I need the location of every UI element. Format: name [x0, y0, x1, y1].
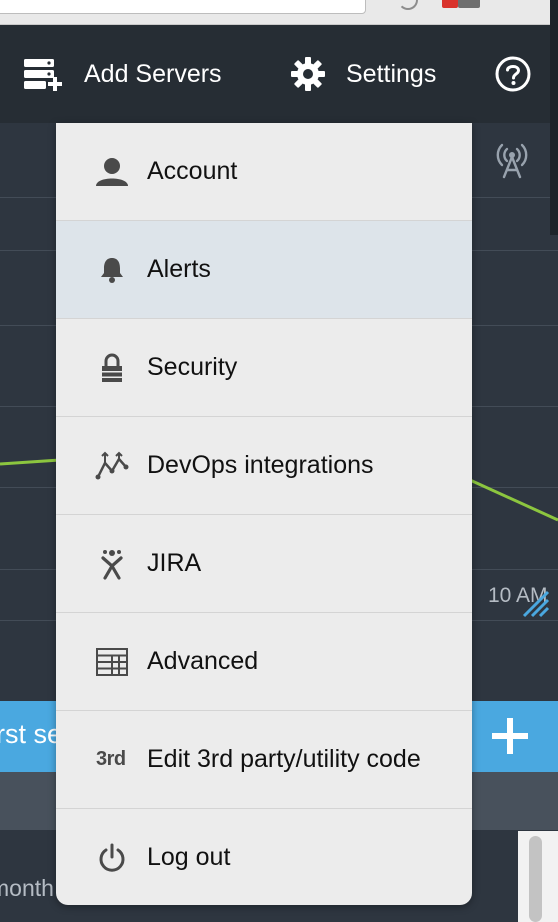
- user-icon: [92, 152, 132, 192]
- menu-item-label: JIRA: [147, 549, 202, 577]
- settings-dropdown-menu: Account Alerts Security DevOps integrati…: [56, 123, 472, 905]
- add-server-icon: [24, 59, 62, 91]
- add-servers-label: Add Servers: [84, 59, 222, 88]
- menu-item-label: DevOps integrations: [147, 451, 374, 479]
- add-servers-button[interactable]: Add Servers: [22, 25, 222, 123]
- question-circle-icon: [495, 56, 531, 92]
- menu-item-label: Advanced: [147, 647, 259, 675]
- menu-item-security[interactable]: Security: [56, 319, 472, 417]
- top-navbar: Add Servers Settings: [0, 25, 558, 123]
- settings-button[interactable]: Settings: [290, 25, 436, 123]
- browser-chrome: [0, 0, 558, 25]
- menu-item-label: Account: [147, 157, 238, 185]
- scrollbar-thumb[interactable]: [529, 836, 542, 922]
- plus-icon[interactable]: [490, 716, 530, 756]
- menu-item-label: Log out: [147, 843, 231, 871]
- advanced-grid-icon: [92, 642, 132, 682]
- help-button[interactable]: [494, 25, 532, 123]
- third-party-icon: 3rd: [96, 740, 136, 780]
- menu-item-devops-integrations[interactable]: DevOps integrations: [56, 417, 472, 515]
- devops-icon: [92, 446, 132, 486]
- menu-item-label: Security: [147, 353, 238, 381]
- gear-icon: [291, 57, 325, 91]
- extension-icon[interactable]: [458, 0, 480, 8]
- menu-item-edit-3rd-party-code[interactable]: 3rd Edit 3rd party/utility code: [56, 711, 472, 809]
- window-edge: [550, 0, 558, 235]
- settings-label: Settings: [346, 59, 437, 88]
- power-icon: [92, 838, 132, 878]
- third-party-icon-text: 3rd: [96, 748, 126, 770]
- menu-item-label: Alerts: [147, 255, 211, 283]
- banner-text: rst se: [0, 719, 63, 749]
- jira-icon: [92, 544, 132, 584]
- menu-item-alerts[interactable]: Alerts: [56, 221, 472, 319]
- menu-item-jira[interactable]: JIRA: [56, 515, 472, 613]
- menu-item-advanced[interactable]: Advanced: [56, 613, 472, 711]
- broadcast-icon[interactable]: [490, 137, 534, 179]
- address-bar[interactable]: [0, 0, 366, 14]
- menu-item-label: Edit 3rd party/utility code: [147, 745, 421, 773]
- chart-series-line: [0, 458, 61, 466]
- extension-icon[interactable]: [442, 0, 458, 8]
- extension-icon[interactable]: [398, 0, 418, 10]
- chart-series-line: [469, 478, 558, 522]
- menu-item-log-out[interactable]: Log out: [56, 809, 472, 905]
- bell-icon: [92, 250, 132, 290]
- menu-item-account[interactable]: Account: [56, 123, 472, 221]
- lock-icon: [92, 348, 132, 388]
- period-text: month: [0, 875, 54, 901]
- resize-handle-icon[interactable]: [522, 588, 550, 618]
